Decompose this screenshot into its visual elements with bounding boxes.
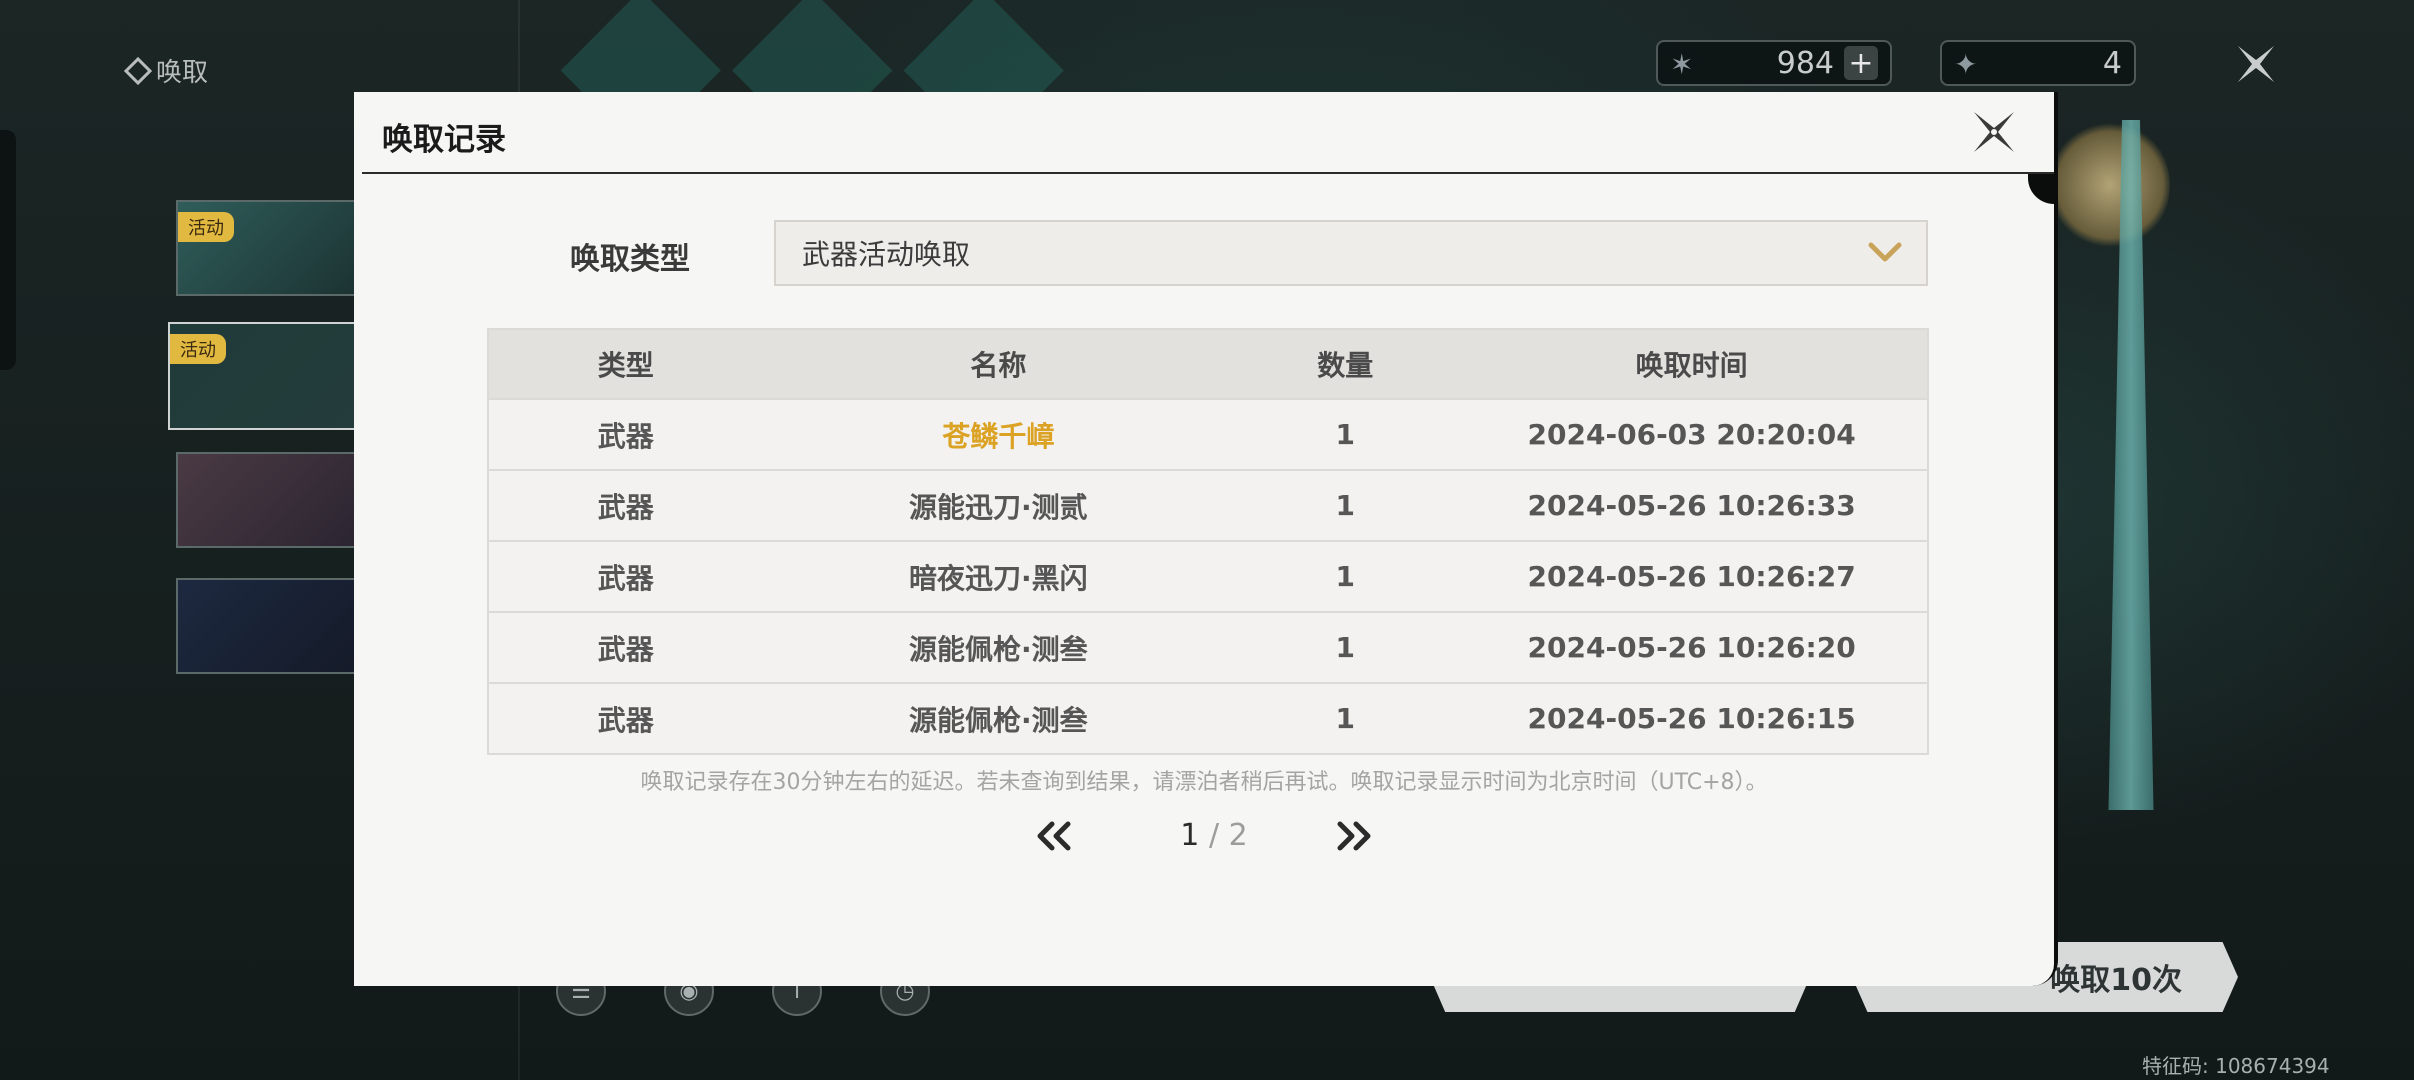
cell-name: 源能迅刀·测贰 xyxy=(762,469,1235,541)
cell-qty: 1 xyxy=(1234,540,1457,612)
column-header-name: 名称 xyxy=(762,329,1235,399)
weapon-art-head xyxy=(2050,120,2170,250)
banner-item[interactable] xyxy=(176,452,366,548)
page-separator: / xyxy=(1208,818,1220,853)
table-row: 武器 源能迅刀·测贰 1 2024-05-26 10:26:33 xyxy=(488,469,1928,541)
cell-type: 武器 xyxy=(488,469,763,541)
cell-type: 武器 xyxy=(488,682,763,754)
chevron-down-icon xyxy=(1868,242,1902,262)
column-header-type: 类型 xyxy=(488,329,763,399)
current-page: 1 xyxy=(1180,818,1200,853)
astrite-icon: ✶ xyxy=(1670,48,1694,81)
next-page-icon[interactable] xyxy=(1336,820,1372,852)
table-row: 武器 苍鳞千嶂 1 2024-06-03 20:20:04 xyxy=(488,398,1928,470)
astrite-amount: 984 xyxy=(1776,45,1834,81)
event-tag: 活动 xyxy=(170,334,226,364)
table-row: 武器 暗夜迅刀·黑闪 1 2024-05-26 10:26:27 xyxy=(488,540,1928,612)
previous-page-icon[interactable] xyxy=(1036,820,1072,852)
dialog-title: 唤取记录 xyxy=(382,122,506,158)
tide-counter: ✦ 4 xyxy=(1940,40,2136,86)
cell-time: 2024-06-03 20:20:04 xyxy=(1456,398,1928,470)
convene-icon xyxy=(123,56,153,85)
convene-type-label: 唤取类型 xyxy=(570,242,690,277)
event-tag: 活动 xyxy=(178,212,234,242)
cell-time: 2024-05-26 10:26:27 xyxy=(1456,540,1928,612)
section-label-text: 唤取 xyxy=(156,58,209,88)
add-currency-button[interactable]: + xyxy=(1844,46,1878,81)
banner-item[interactable] xyxy=(176,578,366,674)
cell-qty: 1 xyxy=(1234,398,1457,470)
cell-time: 2024-05-26 10:26:15 xyxy=(1456,682,1928,754)
cell-type: 武器 xyxy=(488,611,763,683)
delay-notice: 唤取记录存在30分钟左右的延迟。若未查询到结果，请漂泊者稍后再试。唤取记录显示时… xyxy=(640,770,1768,795)
convene-type-value: 武器活动唤取 xyxy=(802,238,971,271)
cell-type: 武器 xyxy=(488,398,763,470)
banner-item[interactable]: 活动 xyxy=(176,200,366,296)
header-divider xyxy=(362,172,2054,174)
total-pages: 2 xyxy=(1228,818,1248,853)
column-header-qty: 数量 xyxy=(1234,329,1457,399)
convene-history-dialog: 唤取记录 唤取类型 武器活动唤取 类型 名称 数量 唤取时间 武器 苍鳞千嶂 1 xyxy=(354,92,2054,986)
table-header-row: 类型 名称 数量 唤取时间 xyxy=(488,329,1928,399)
tide-amount: 4 xyxy=(2102,45,2122,81)
draw-10-label: 唤取10次 xyxy=(2050,963,2182,998)
cell-name: 源能佩枪·测叁 xyxy=(762,611,1235,683)
cell-name: 苍鳞千嶂 xyxy=(762,398,1235,470)
astrite-counter: ✶ 984 + xyxy=(1656,40,1892,86)
left-edge-tab[interactable] xyxy=(0,130,16,370)
cell-qty: 1 xyxy=(1234,469,1457,541)
section-label: 唤取 xyxy=(123,52,209,89)
cell-time: 2024-05-26 10:26:33 xyxy=(1456,469,1928,541)
uid-label: 特征码: 108674394 xyxy=(2142,1054,2330,1078)
close-icon[interactable] xyxy=(1968,106,2020,158)
convene-type-select[interactable]: 武器活动唤取 xyxy=(774,220,1928,286)
cell-time: 2024-05-26 10:26:20 xyxy=(1456,611,1928,683)
records-table: 类型 名称 数量 唤取时间 武器 苍鳞千嶂 1 2024-06-03 20:20… xyxy=(487,328,1929,755)
cell-type: 武器 xyxy=(488,540,763,612)
banner-item-selected[interactable]: 活动 xyxy=(168,322,368,430)
table-row: 武器 源能佩枪·测叁 1 2024-05-26 10:26:15 xyxy=(488,682,1928,754)
forging-tide-icon: ✦ xyxy=(1954,48,1978,81)
cell-qty: 1 xyxy=(1234,611,1457,683)
cell-name: 源能佩枪·测叁 xyxy=(762,682,1235,754)
column-header-time: 唤取时间 xyxy=(1456,329,1928,399)
dialog-header: 唤取记录 xyxy=(354,92,2054,174)
cell-name: 暗夜迅刀·黑闪 xyxy=(762,540,1235,612)
close-icon[interactable] xyxy=(2232,40,2280,88)
cell-qty: 1 xyxy=(1234,682,1457,754)
header-notch xyxy=(2028,174,2054,204)
table-row: 武器 源能佩枪·测叁 1 2024-05-26 10:26:20 xyxy=(488,611,1928,683)
page-indicator: 1 / 2 xyxy=(1174,818,1254,853)
pagination: 1 / 2 xyxy=(354,814,2054,864)
